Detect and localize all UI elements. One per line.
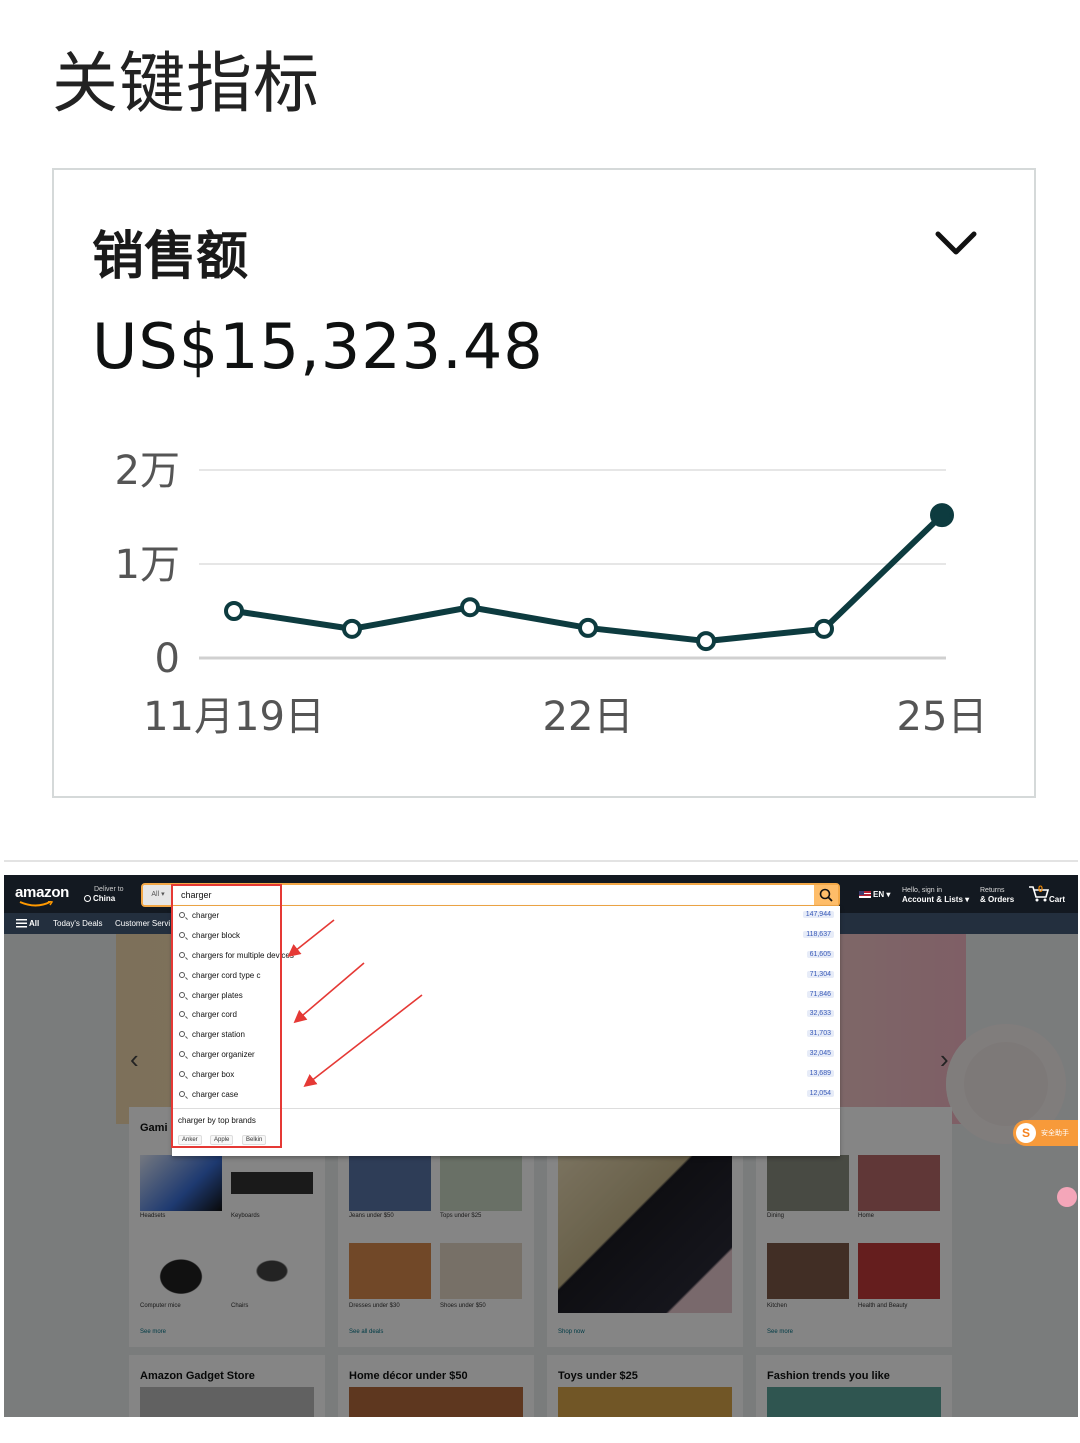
amazon-screenshot: amazon Deliver to China All ▾ EN ▾ Hello… [4,875,1078,1417]
helper-s-icon: S [1016,1123,1036,1143]
sales-line-chart: 0 1万 2万 11月19日 22日 25日 [115,448,988,740]
sales-card: 销售额 US$15,323.48 0 1万 2万 11月19日 22日 25日 [52,168,1036,798]
data-point [224,601,244,621]
floating-pink-icon[interactable] [1057,1187,1077,1207]
page-title: 关键指标 [52,45,320,122]
data-point [342,618,362,639]
divider [4,860,1078,862]
data-point [930,503,954,528]
y-tick-label: 0 [155,636,180,682]
data-point [460,597,480,618]
sales-card-title: 销售额 [92,227,249,287]
x-tick-label: 25日 [897,694,988,740]
sales-value: US$15,323.48 [92,310,544,383]
y-tick-label: 2万 [115,448,180,494]
y-tick-label: 1万 [115,542,180,588]
data-point [578,617,598,638]
metrics-panel: 关键指标 销售额 US$15,323.48 0 1万 2万 11月19日 22日 25日 [0,0,1080,860]
data-point [696,631,716,652]
x-tick-label: 22日 [543,694,634,740]
chevron-down-icon[interactable] [934,228,978,258]
side-helper-widget[interactable]: S 安全助手 [1013,1120,1078,1146]
x-tick-label: 11月19日 [143,694,325,740]
helper-label: 安全助手 [1041,1130,1069,1137]
annotation-arrows [287,919,423,1087]
data-point [814,618,834,639]
